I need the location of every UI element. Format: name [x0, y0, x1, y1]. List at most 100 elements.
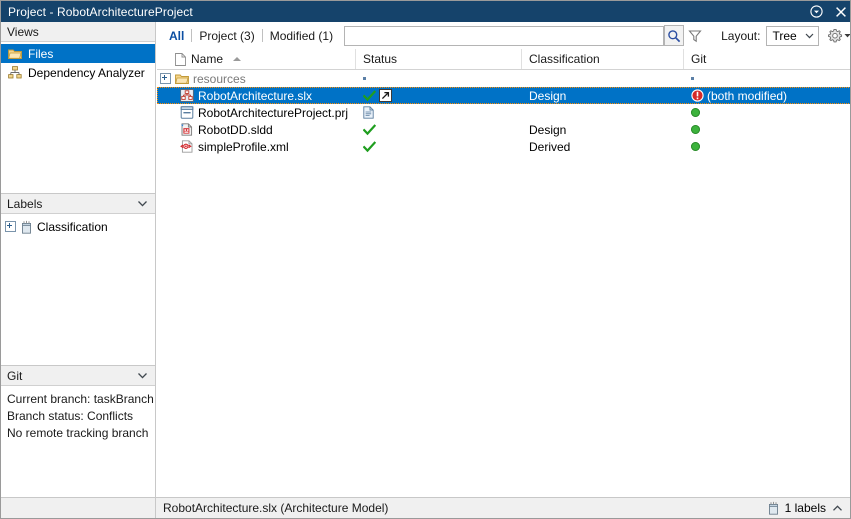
chevron-up-icon[interactable] [831, 502, 844, 515]
label-tag-icon [767, 501, 780, 515]
sidebar-item-label-dependency-analyzer: Dependency Analyzer [28, 66, 145, 80]
green-dot-icon [691, 108, 700, 117]
status-bar-labels-area[interactable]: 1 labels [767, 501, 851, 515]
filter-tab-modified[interactable]: Modified (1) [263, 29, 340, 43]
green-check-icon [363, 124, 376, 136]
data-dictionary-icon [180, 123, 194, 136]
title-bar-buttons [809, 1, 848, 22]
filter-tab-project[interactable]: Project (3) [192, 29, 261, 43]
cell-classification: Design [522, 121, 684, 138]
views-panel-header: Views [1, 22, 155, 42]
views-panel-body: Files Dependency Analyzer [1, 42, 155, 194]
document-icon [363, 106, 374, 119]
table-row[interactable]: RobotArchitecture.slx Design [157, 87, 851, 104]
column-header-classification-label: Classification [529, 52, 600, 66]
funnel-filter-icon[interactable] [684, 25, 705, 46]
table-row[interactable]: RobotArchitectureProject.prj [157, 104, 851, 121]
table-row[interactable]: simpleProfile.xml Derived [157, 138, 851, 155]
cell-classification: Design [522, 87, 684, 104]
xml-file-icon [180, 140, 194, 153]
window-title: Project - RobotArchitectureProject [8, 5, 193, 19]
file-name-label: RobotArchitecture.slx [198, 89, 312, 103]
cell-classification [522, 70, 684, 87]
labels-panel-title: Labels [7, 197, 42, 211]
conflict-error-icon [691, 89, 704, 102]
cell-git: (both modified) [684, 87, 851, 104]
cell-classification: Derived [522, 138, 684, 155]
table-header-row: Name Status Classification Git [157, 49, 851, 70]
git-branch-status: Branch status: Conflicts [7, 408, 149, 425]
gear-icon [827, 28, 843, 44]
settings-button[interactable] [827, 28, 851, 44]
column-header-git[interactable]: Git [684, 49, 851, 69]
caret-down-icon [844, 32, 851, 39]
chevron-down-icon[interactable] [136, 197, 149, 210]
status-bar-selection-info: RobotArchitecture.slx (Architecture Mode… [156, 501, 767, 515]
file-name-label: RobotDD.sldd [198, 123, 273, 137]
layout-label: Layout: [721, 29, 760, 43]
cell-name: RobotArchitectureProject.prj [157, 104, 356, 121]
toolbar: All Project (3) Modified (1) Layout: Tre… [157, 22, 851, 49]
git-panel-title: Git [7, 369, 22, 383]
project-window: Project - RobotArchitectureProject Views [0, 0, 851, 519]
cell-git [684, 138, 851, 155]
git-status-text: (both modified) [707, 89, 787, 103]
expander-plus-icon[interactable] [160, 73, 171, 84]
git-panel-header[interactable]: Git [1, 366, 155, 386]
filter-tab-all[interactable]: All [162, 29, 191, 43]
column-header-name-label: Name [191, 52, 223, 66]
title-bar: Project - RobotArchitectureProject [1, 1, 851, 22]
layout-dropdown[interactable]: Tree [766, 26, 819, 46]
table-row[interactable]: resources [157, 70, 851, 87]
search-icon[interactable] [664, 25, 685, 46]
cell-git [684, 70, 851, 87]
cell-status [356, 104, 522, 121]
simulink-model-icon [180, 89, 194, 102]
sidebar-item-dependency-analyzer[interactable]: Dependency Analyzer [1, 63, 155, 82]
close-icon[interactable] [833, 4, 848, 19]
column-header-status[interactable]: Status [356, 49, 522, 69]
search-field-wrapper[interactable] [344, 26, 663, 46]
green-dot-icon [691, 125, 700, 134]
column-header-status-label: Status [363, 52, 397, 66]
cell-status [356, 138, 522, 155]
sort-ascending-icon [233, 57, 241, 61]
git-current-branch: Current branch: taskBranch [7, 391, 149, 408]
chevron-down-icon [804, 30, 815, 41]
layout-dropdown-value: Tree [772, 29, 796, 43]
chevron-down-icon[interactable] [136, 369, 149, 382]
dot-icon [691, 77, 694, 80]
status-bar-left-spacer [1, 498, 156, 519]
folder-icon [175, 73, 189, 85]
green-dot-icon [691, 142, 700, 151]
green-check-icon [363, 90, 376, 102]
column-header-git-label: Git [691, 52, 706, 66]
dependency-graph-icon [8, 66, 22, 79]
git-remote-tracking: No remote tracking branch [7, 425, 149, 442]
labels-panel-header[interactable]: Labels [1, 194, 155, 214]
file-name-label: simpleProfile.xml [198, 140, 289, 154]
label-item-classification[interactable]: Classification [1, 217, 155, 236]
file-column-icon [157, 53, 186, 66]
cell-status [356, 70, 522, 87]
label-tag-icon [20, 220, 33, 234]
cell-status [356, 121, 522, 138]
sidebar-item-label-files: Files [28, 47, 53, 61]
cell-name: RobotDD.sldd [157, 121, 356, 138]
git-panel-body: Current branch: taskBranch Branch status… [1, 386, 155, 496]
left-sidebar: Views Files [1, 22, 156, 499]
expander-plus-icon[interactable] [5, 221, 16, 232]
column-header-name[interactable]: Name [157, 49, 356, 69]
table-row[interactable]: RobotDD.sldd Design [157, 121, 851, 138]
cell-name: RobotArchitecture.slx [157, 87, 356, 104]
file-name-label: resources [193, 72, 246, 86]
sidebar-item-files[interactable]: Files [1, 44, 155, 63]
column-header-classification[interactable]: Classification [522, 49, 684, 69]
filter-tab-group: All Project (3) Modified (1) [157, 22, 340, 49]
cell-classification [522, 104, 684, 121]
file-name-label: RobotArchitectureProject.prj [198, 106, 348, 120]
labels-panel-body: Classification [1, 214, 155, 366]
search-input[interactable] [345, 27, 662, 45]
circled-chevron-down-icon[interactable] [809, 4, 824, 19]
folder-icon [8, 48, 22, 60]
